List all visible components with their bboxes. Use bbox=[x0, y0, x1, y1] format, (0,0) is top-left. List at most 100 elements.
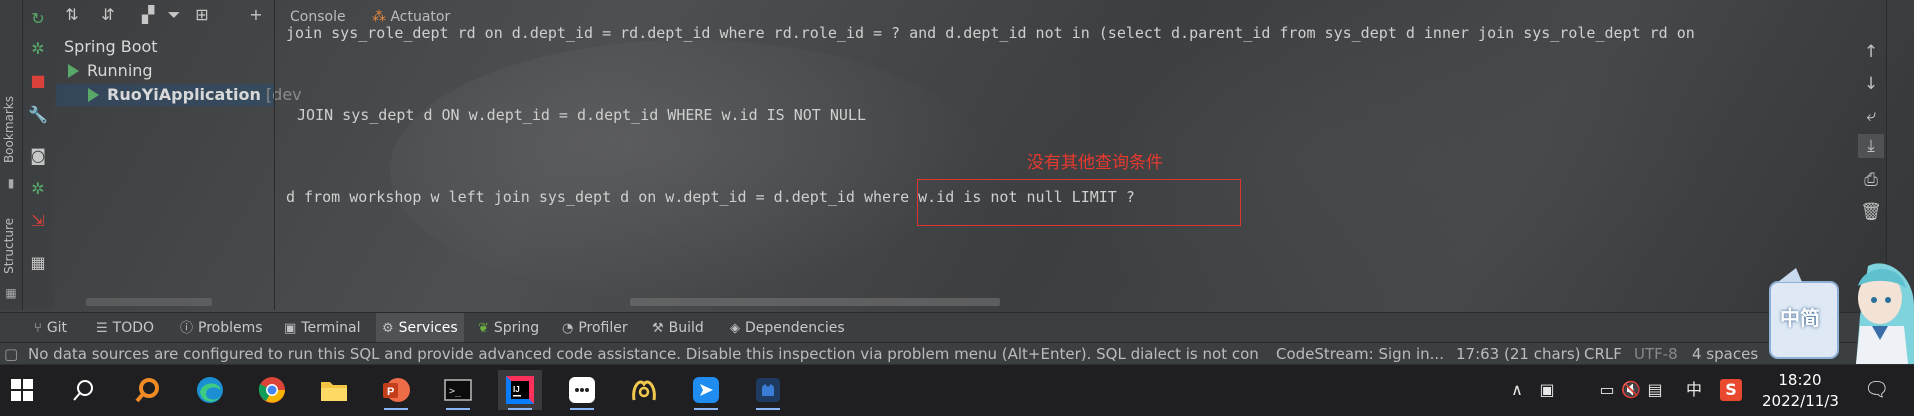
exit-icon[interactable]: ⇲ bbox=[27, 210, 49, 232]
svg-text:P: P bbox=[387, 386, 394, 398]
taskbar-app-chrome[interactable] bbox=[250, 370, 294, 410]
tool-window-services[interactable]: ⚙ Services bbox=[376, 313, 464, 343]
run-icon bbox=[88, 88, 99, 102]
info-icon: ⓘ bbox=[180, 321, 194, 336]
actuator-icon: ⁂ bbox=[372, 9, 391, 25]
tool-window-profiler[interactable]: ◔ Profiler bbox=[562, 313, 628, 343]
tool-window-git[interactable]: ⑂ Git bbox=[34, 313, 67, 343]
scroll-to-end-icon[interactable]: ⤓ bbox=[1858, 134, 1884, 158]
tab-actuator[interactable]: ⁂ Actuator bbox=[372, 9, 450, 25]
search-button[interactable] bbox=[62, 370, 106, 410]
taskbar-app-navicat[interactable] bbox=[622, 370, 666, 410]
expand-all-icon[interactable]: ⇅ bbox=[61, 4, 83, 26]
stop-icon[interactable]: ■ bbox=[27, 70, 49, 92]
tree-node-running[interactable]: Running bbox=[68, 60, 153, 82]
bookmarks-tab[interactable]: Bookmarks bbox=[2, 96, 16, 163]
chrome-icon bbox=[258, 377, 285, 403]
terminal-icon: ▣ bbox=[284, 321, 297, 336]
console-line: join sys_role_dept rd on d.dept_id = rd.… bbox=[286, 26, 1695, 42]
structure-icon: ▦ bbox=[5, 286, 17, 300]
pane-divider[interactable] bbox=[274, 0, 275, 310]
svg-text:>_: >_ bbox=[449, 386, 462, 397]
tool-window-problems[interactable]: ⓘ Problems bbox=[180, 313, 263, 343]
volume-muted-icon[interactable]: 🔇 bbox=[1620, 379, 1642, 401]
edge-icon bbox=[197, 377, 223, 403]
console-scrollbar[interactable] bbox=[630, 298, 1000, 306]
notification-icon[interactable]: 🗨 bbox=[1864, 378, 1889, 400]
codestream-status[interactable]: CodeStream: Sign in... bbox=[1276, 343, 1444, 365]
structure-tab[interactable]: Structure bbox=[2, 218, 16, 274]
toggle-tool-windows-icon[interactable]: ▢ bbox=[4, 343, 18, 365]
app-name: RuoYiApplication bbox=[107, 85, 261, 104]
tool-window-spring[interactable]: ❦ Spring bbox=[478, 313, 539, 343]
taskbar-app-edge[interactable] bbox=[188, 370, 232, 410]
chat-app-icon bbox=[569, 377, 595, 403]
running-indicator bbox=[756, 408, 780, 410]
layout-icon[interactable]: ▦ bbox=[27, 252, 49, 274]
chevron-up-icon[interactable]: ∧ bbox=[1506, 379, 1528, 401]
tool-window-label: Profiler bbox=[578, 320, 628, 336]
debug-icon[interactable]: ✲ bbox=[27, 38, 49, 60]
line-ending[interactable]: CRLF bbox=[1584, 343, 1622, 365]
indent-setting[interactable]: 4 spaces bbox=[1692, 343, 1758, 365]
running-indicator bbox=[446, 408, 470, 410]
taskbar-app-feishu[interactable] bbox=[684, 370, 728, 410]
list-icon: ☰ bbox=[96, 321, 108, 336]
tree-node-ruoyi-application[interactable]: RuoYiApplication [dev bbox=[56, 84, 302, 106]
attach-debugger-icon[interactable]: ✲ bbox=[27, 178, 49, 200]
navicat-icon bbox=[632, 380, 656, 401]
running-indicator bbox=[384, 408, 408, 410]
taskbar-app-intellij[interactable]: IJ bbox=[498, 370, 542, 410]
tool-window-dependencies[interactable]: ◈ Dependencies bbox=[730, 313, 845, 343]
taskbar-clock[interactable]: 18:20 2022/11/3 bbox=[1762, 370, 1839, 412]
down-arrow-icon[interactable]: ↓ bbox=[1858, 72, 1884, 96]
tool-window-label: Dependencies bbox=[745, 320, 845, 336]
windows-logo-icon bbox=[11, 379, 33, 401]
mascot-widget[interactable]: 中简 bbox=[1768, 256, 1914, 364]
tool-window-todo[interactable]: ☰ TODO bbox=[96, 313, 154, 343]
taskbar-app-search-tool[interactable] bbox=[126, 370, 170, 410]
print-icon[interactable]: ⎙ bbox=[1858, 168, 1884, 192]
ime-indicator[interactable]: 中 bbox=[1683, 379, 1705, 401]
tab-actuator-label: Actuator bbox=[390, 9, 451, 25]
network-icon[interactable]: ▤ bbox=[1644, 379, 1666, 401]
camera-icon[interactable]: ◙ bbox=[27, 145, 49, 167]
mascot-label: 中简 bbox=[1780, 306, 1820, 330]
filter-icon[interactable]: ⏷ bbox=[163, 4, 185, 26]
start-button[interactable] bbox=[0, 370, 44, 410]
services-actions: ↻ ✲ ■ 🔧 ◙ ✲ ⇲ ▦ bbox=[23, 0, 53, 310]
running-indicator bbox=[694, 408, 718, 410]
group-by-icon[interactable]: ▞ bbox=[137, 4, 159, 26]
run-icon bbox=[68, 64, 79, 78]
tool-window-label: Build bbox=[668, 320, 704, 336]
clock-time: 18:20 bbox=[1778, 371, 1822, 389]
bookmark-icon: ▮ bbox=[7, 176, 15, 190]
caret-position[interactable]: 17:63 (21 chars) bbox=[1456, 343, 1580, 365]
new-tab-icon[interactable]: ⊞ bbox=[191, 4, 213, 26]
taskbar-app-cat[interactable] bbox=[746, 370, 790, 410]
tool-window-terminal[interactable]: ▣ Terminal bbox=[284, 313, 360, 343]
tree-node-running-label: Running bbox=[87, 61, 153, 80]
taskbar-app-explorer[interactable] bbox=[312, 370, 356, 410]
wrench-icon[interactable]: 🔧 bbox=[27, 104, 49, 126]
tab-console[interactable]: Console bbox=[290, 9, 346, 25]
tool-window-build[interactable]: ⚒ Build bbox=[652, 313, 704, 343]
highlight-box bbox=[917, 179, 1241, 226]
tree-node-spring-boot[interactable]: Spring Boot bbox=[64, 36, 158, 58]
taskbar-app-powerpoint[interactable]: P bbox=[374, 370, 418, 410]
sogou-ime-icon[interactable]: S bbox=[1720, 379, 1742, 401]
taskbar-app-terminal[interactable]: >_ bbox=[436, 370, 480, 410]
services-toolbar: ⇅ ⇵ ▞ ⏷ ⊞ + bbox=[23, 0, 273, 34]
monitor-tray-icon[interactable]: ▣ bbox=[1536, 379, 1558, 401]
taskbar-app-chat[interactable] bbox=[560, 370, 604, 410]
file-encoding[interactable]: UTF-8 bbox=[1634, 343, 1678, 365]
tree-scrollbar[interactable] bbox=[86, 298, 212, 306]
status-message[interactable]: No data sources are configured to run th… bbox=[28, 343, 1258, 365]
soft-wrap-icon[interactable]: ⤶ bbox=[1858, 104, 1884, 128]
collapse-all-icon[interactable]: ⇵ bbox=[97, 4, 119, 26]
battery-icon[interactable]: ▭ bbox=[1596, 379, 1618, 401]
tool-window-label: Spring bbox=[493, 320, 540, 336]
trash-icon[interactable]: 🗑 bbox=[1858, 200, 1884, 224]
up-arrow-icon[interactable]: ↑ bbox=[1858, 40, 1884, 64]
add-service-icon[interactable]: + bbox=[245, 4, 267, 26]
